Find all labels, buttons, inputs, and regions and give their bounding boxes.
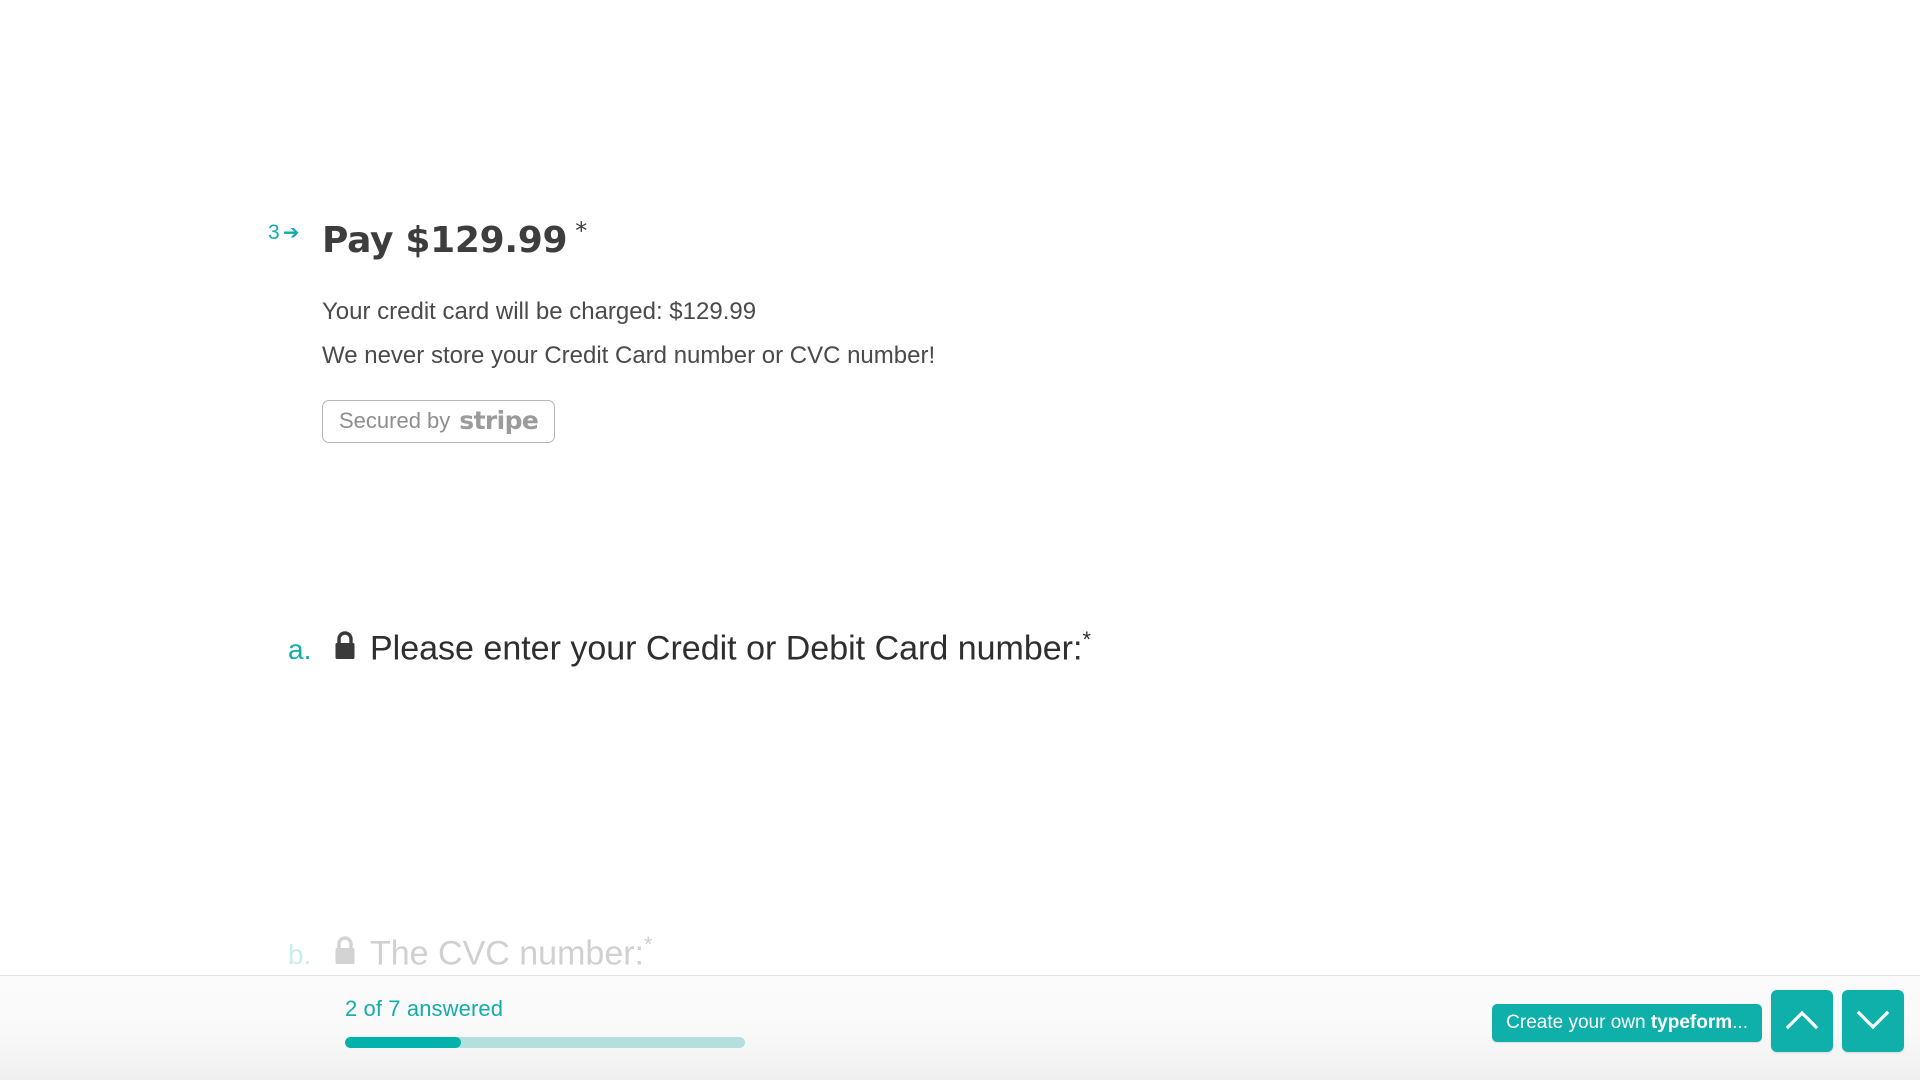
question-block-3: 3 ➔ Pay $129.99 * Your credit card will be…	[268, 208, 935, 443]
cta-prefix: Create your own	[1506, 1012, 1651, 1033]
arrow-right-icon: ➔	[282, 222, 300, 244]
required-asterisk: *	[575, 217, 587, 245]
chevron-down-icon	[1856, 1009, 1890, 1034]
subquestion-a-title: Please enter your Credit or Debit Card n…	[370, 620, 1091, 668]
stripe-logo: stripe	[459, 406, 539, 435]
progress-label: 2 of 7 answered	[345, 996, 504, 1021]
create-your-own-typeform-button[interactable]: Create your own typeform...	[1492, 1004, 1762, 1042]
subquestion-a-required-asterisk: *	[1082, 627, 1092, 652]
subquestion-b-marker: b.	[288, 939, 312, 971]
card-number-input[interactable]	[376, 690, 1076, 750]
stripe-secured-badge: Secured by stripe	[322, 400, 556, 443]
question-number: 3	[268, 221, 280, 244]
question-description: Your credit card will be charged: $129.9…	[322, 290, 935, 378]
subquestion-b: b. The CVC number:*	[288, 925, 653, 973]
question-title: Pay $129.99 *	[322, 208, 587, 264]
question-title-text: Pay $129.99	[322, 220, 568, 261]
form-footer: 2 of 7 answered Create your own typeform…	[0, 975, 1920, 1080]
stripe-badge-prefix: Secured by	[339, 407, 451, 433]
privacy-notice-line: We never store your Credit Card number o…	[322, 342, 936, 369]
question-heading: 3 ➔ Pay $129.99 *	[268, 208, 935, 264]
charge-amount-line: Your credit card will be charged: $129.9…	[322, 298, 757, 325]
nav-next-button[interactable]	[1842, 990, 1904, 1052]
form-content-area: 3 ➔ Pay $129.99 * Your credit card will be…	[0, 0, 1920, 975]
lock-icon	[332, 630, 358, 667]
subquestion-b-title-text: The CVC number:	[370, 934, 644, 973]
lock-icon	[332, 935, 358, 972]
typeform-page: 3 ➔ Pay $129.99 * Your credit card will be…	[0, 0, 1920, 1080]
subquestion-b-title: The CVC number:*	[370, 925, 653, 973]
subquestion-a-title-text: Please enter your Credit or Debit Card n…	[370, 629, 1083, 668]
subquestion-b-heading: b. The CVC number:*	[288, 925, 653, 973]
subquestion-a-heading: a. Please enter your Credit or Debit Car…	[288, 620, 1091, 668]
progress-section: 2 of 7 answered	[345, 998, 745, 1048]
chevron-up-icon	[1785, 1009, 1819, 1034]
cta-suffix: ...	[1732, 1012, 1748, 1033]
subquestion-a-marker: a.	[288, 634, 312, 666]
subquestion-a: a. Please enter your Credit or Debit Car…	[288, 620, 1091, 668]
subquestion-b-required-asterisk: *	[644, 932, 653, 957]
cta-brand: typeform	[1650, 1012, 1733, 1033]
progress-track	[345, 1037, 745, 1048]
nav-previous-button[interactable]	[1771, 990, 1833, 1052]
question-number-marker: 3 ➔	[268, 208, 322, 243]
progress-fill	[345, 1037, 461, 1048]
footer-actions: Create your own typeform...	[1492, 990, 1904, 1052]
